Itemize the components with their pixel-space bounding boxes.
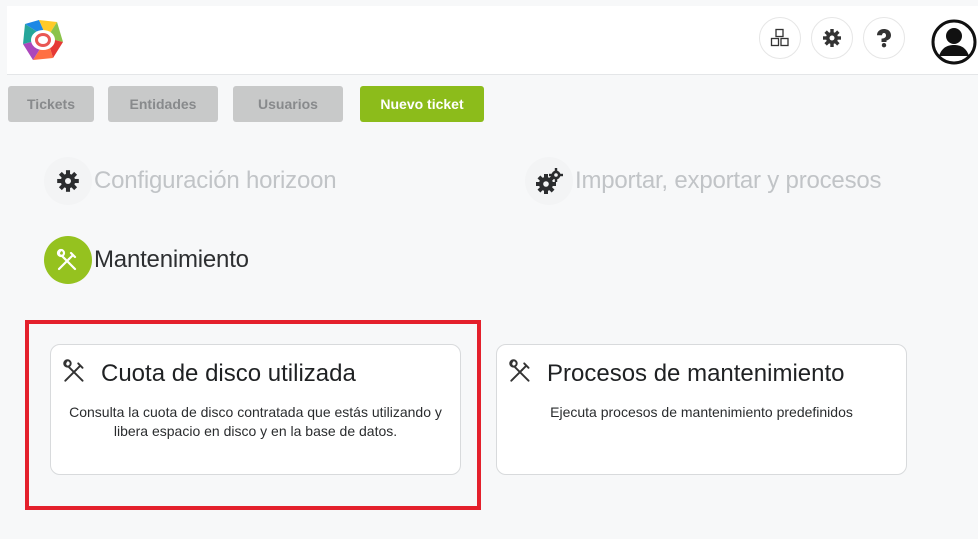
gear-icon[interactable] [811,17,853,59]
card-description: Ejecuta procesos de mantenimiento predef… [550,404,853,420]
top-bar [7,6,978,75]
tab-tickets[interactable]: Tickets [8,86,94,122]
card-maintenance-processes[interactable]: Procesos de mantenimiento Ejecuta proces… [496,344,907,475]
section-import-export[interactable]: Importar, exportar y procesos [525,157,882,205]
tools-icon [507,357,535,390]
section-label: Configuración horizoon [94,167,337,194]
section-config[interactable]: Configuración horizoon [44,157,337,205]
horizoon-logo[interactable] [17,14,67,68]
section-label: Importar, exportar y procesos [575,167,882,194]
user-avatar-icon[interactable] [931,19,977,65]
section-maintenance[interactable]: Mantenimiento [44,236,249,284]
card-title: Procesos de mantenimiento [547,359,845,387]
gears-icon [525,157,573,205]
gear-icon [44,157,92,205]
tab-usuarios[interactable]: Usuarios [233,86,343,122]
modules-icon[interactable] [759,17,801,59]
new-ticket-button[interactable]: Nuevo ticket [360,86,484,122]
tab-entidades[interactable]: Entidades [108,86,218,122]
section-label: Mantenimiento [94,246,249,273]
help-icon[interactable] [863,17,905,59]
highlight-box [25,320,481,510]
tools-icon [44,236,92,284]
